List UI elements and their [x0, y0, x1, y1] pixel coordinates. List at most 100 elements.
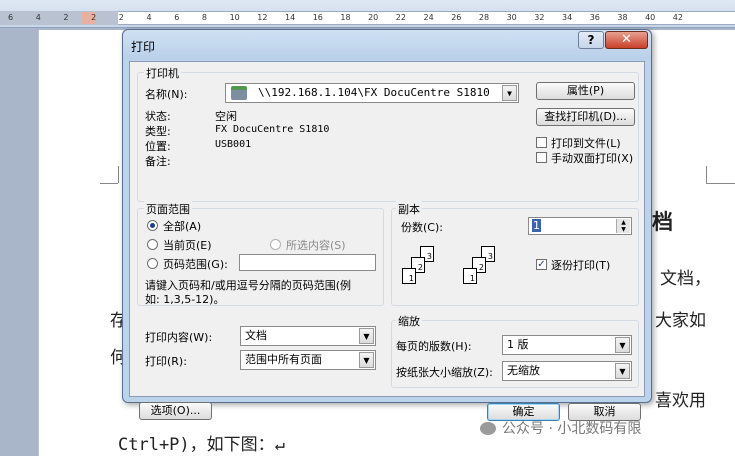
options-button[interactable]: 选项(O)... — [139, 402, 212, 420]
wechat-icon — [480, 422, 496, 435]
range-pages-label[interactable]: 页码范围(G): — [163, 256, 228, 272]
copies-count-spinner[interactable]: 1 ▲ ▼ — [528, 217, 632, 235]
print-value: 范围中所有页面 — [245, 353, 322, 366]
pages-per-sheet-label: 每页的版数(H): — [396, 340, 472, 353]
ruler-tick-label: 2 — [118, 13, 124, 22]
scale-label: 按纸张大小缩放(Z): — [396, 366, 493, 379]
print-to-file-checkbox[interactable] — [536, 137, 547, 148]
pages-per-sheet-select[interactable]: 1 版 ▼ — [502, 335, 632, 355]
ruler-tick-label: 2 — [91, 13, 97, 22]
where-label: 位置: — [145, 140, 171, 153]
dialog-title: 打印 — [131, 40, 156, 54]
page-thumbnail: 1 — [402, 268, 416, 284]
copies-count-label: 份数(C): — [401, 221, 443, 234]
doc-line: Ctrl+P)，如下图：↵ — [118, 435, 285, 455]
range-selection-radio[interactable] — [270, 239, 281, 250]
dialog-body: 打印机 名称(N): \\192.168.1.104\FX DocuCentre… — [129, 61, 645, 421]
find-printer-button[interactable]: 查找打印机(D)... — [536, 108, 635, 126]
range-all-label[interactable]: 全部(A) — [163, 218, 201, 234]
page-number: 1 — [469, 274, 475, 283]
watermark-text: 公众号 · 小北数码有限 — [502, 421, 642, 437]
ruler-tick-label: 10 — [229, 13, 240, 22]
manual-duplex-label[interactable]: 手动双面打印(X) — [551, 150, 633, 166]
range-pages-radio[interactable] — [147, 258, 158, 269]
ruler-tick-label: 32 — [534, 13, 545, 22]
ruler-tick-label: 34 — [562, 13, 573, 22]
where-value: USB001 — [215, 139, 252, 150]
zoom-group-label: 缩放 — [396, 313, 422, 329]
ruler-tick-label: 28 — [478, 13, 490, 22]
page-number: 3 — [487, 252, 493, 261]
printer-name-value: \\192.168.1.104\FX DocuCentre S1810 — [258, 86, 490, 99]
print-to-file-label[interactable]: 打印到文件(L) — [551, 135, 621, 151]
range-current-label[interactable]: 当前页(E) — [163, 237, 212, 253]
page-number: 2 — [478, 263, 484, 272]
doc-line: 大家如 — [655, 311, 706, 331]
dialog-titlebar[interactable]: 打印 ? ✕ — [123, 30, 651, 60]
page-range-input[interactable] — [239, 254, 376, 271]
ruler-tick-label: 12 — [257, 13, 268, 22]
ruler-tick-label: 36 — [589, 13, 600, 22]
print-select[interactable]: 范围中所有页面 ▼ — [240, 350, 376, 370]
cancel-button[interactable]: 取消 — [568, 403, 641, 421]
chevron-down-icon: ▼ — [359, 352, 374, 368]
status-value: 空闲 — [215, 110, 237, 123]
printer-name-select[interactable]: \\192.168.1.104\FX DocuCentre S1810 ▼ — [225, 83, 519, 103]
close-button[interactable]: ✕ — [605, 31, 648, 49]
page-thumbnail: 1 — [463, 268, 477, 284]
ruler-tick-label: 14 — [285, 13, 296, 22]
ok-button[interactable]: 确定 — [487, 403, 560, 421]
collate-checkbox[interactable]: ✓ — [536, 259, 547, 270]
page-number: 2 — [417, 263, 423, 272]
manual-duplex-checkbox[interactable] — [536, 152, 547, 163]
doc-line: 文档， — [660, 269, 711, 289]
crop-mark — [706, 183, 735, 184]
ruler-tick-label: 20 — [368, 13, 379, 22]
ruler-tick-label: 38 — [617, 13, 628, 22]
scale-value: 无缩放 — [507, 364, 540, 377]
page-number: 3 — [426, 252, 432, 261]
ruler-margin — [0, 11, 118, 25]
properties-button[interactable]: 属性(P) — [536, 82, 635, 100]
ruler-tick-label: 22 — [395, 13, 406, 22]
ruler-tick-label: 40 — [645, 13, 656, 22]
ruler-tick-label: 42 — [672, 13, 683, 22]
print-dialog: 打印 ? ✕ 打印机 名称(N): \\192.168.1.104\FX Doc… — [122, 29, 652, 421]
ruler-tick-label: 8 — [201, 13, 207, 22]
copies-group-label: 副本 — [396, 201, 422, 217]
ruler-tick-label: 18 — [340, 13, 351, 22]
page-number: 1 — [408, 274, 414, 283]
chevron-down-icon: ▼ — [615, 363, 630, 379]
help-button[interactable]: ? — [578, 31, 604, 49]
ruler-tick-label: 2 — [63, 13, 69, 22]
collate-label[interactable]: 逐份打印(T) — [551, 257, 610, 273]
ruler-tick-label: 30 — [506, 13, 517, 22]
copies-count-value: 1 — [532, 219, 541, 232]
page-range-group-label: 页面范围 — [144, 201, 192, 217]
print-what-label: 打印内容(W): — [145, 331, 213, 344]
status-label: 状态: — [145, 110, 171, 123]
chevron-down-icon: ▼ — [615, 337, 630, 353]
printer-name-label: 名称(N): — [145, 88, 188, 101]
comment-label: 备注: — [145, 155, 171, 168]
chevron-down-icon: ▼ — [502, 85, 517, 101]
type-label: 类型: — [145, 125, 171, 138]
crop-mark — [100, 183, 118, 184]
printer-icon — [231, 86, 247, 100]
spinner-arrows-icon[interactable]: ▲ ▼ — [616, 219, 630, 233]
scale-select[interactable]: 无缩放 ▼ — [502, 361, 632, 381]
ruler-tick-label: 6 — [8, 13, 14, 22]
type-value: FX DocuCentre S1810 — [215, 124, 330, 135]
pages-per-sheet-value: 1 版 — [507, 338, 529, 351]
range-all-radio[interactable] — [147, 220, 158, 231]
range-selection-label[interactable]: 所选内容(S) — [286, 237, 346, 253]
crop-mark — [706, 166, 707, 183]
doc-line: 喜欢用 — [655, 391, 706, 411]
range-current-radio[interactable] — [147, 239, 158, 250]
crop-mark — [118, 166, 119, 183]
print-what-select[interactable]: 文档 ▼ — [240, 326, 376, 346]
ruler-tick-label: 16 — [312, 13, 323, 22]
print-what-value: 文档 — [245, 329, 267, 342]
print-label: 打印(R): — [145, 355, 187, 368]
ruler-tick-label: 6 — [174, 13, 180, 22]
